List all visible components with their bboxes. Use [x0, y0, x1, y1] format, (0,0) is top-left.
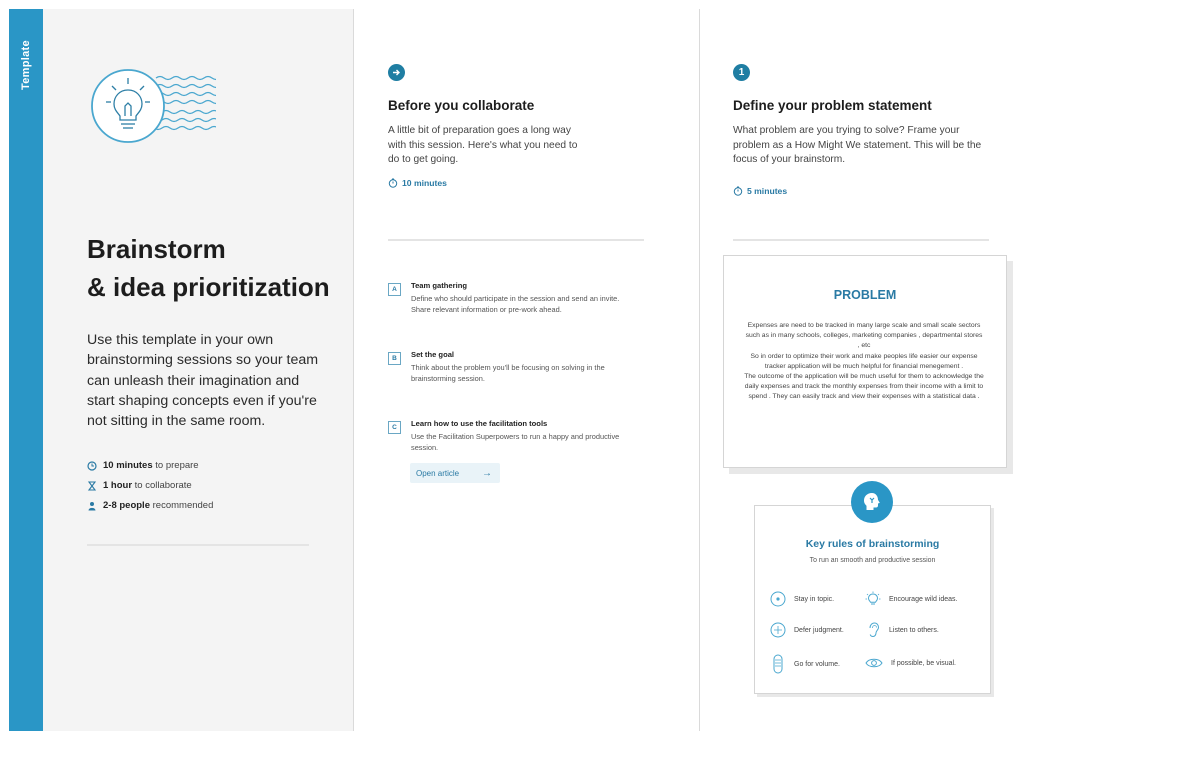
rule-label: Defer judgment.: [794, 626, 844, 634]
problem-title: PROBLEM: [833, 288, 897, 302]
define-description: What problem are you trying to solve? Fr…: [733, 125, 982, 165]
step-b-description: Think about the problem you'll be focusi…: [411, 363, 605, 383]
meta-prepare: 10 minutes to prepare: [87, 460, 199, 471]
arrow-right-icon: →: [482, 467, 492, 479]
intro-description: Use this template in your own brainstorm…: [87, 332, 319, 430]
step-b-badge: B: [388, 352, 401, 365]
rules-title: Key rules of brainstorming: [805, 538, 940, 550]
stack-icon: [773, 654, 783, 674]
brain-idea-icon: [851, 481, 893, 523]
problem-text: Expenses are need to be tracked in many …: [744, 322, 984, 401]
stopwatch-icon: [733, 186, 743, 196]
scale-icon: [770, 622, 786, 638]
meta-prepare-rest: to prepare: [152, 460, 199, 471]
rule-stay-in-topic: Stay in topic.: [770, 591, 834, 607]
lightbulb-icon: [865, 591, 881, 605]
before-title: Before you collaborate: [388, 98, 535, 113]
open-article-label: Open article: [416, 468, 460, 478]
rule-label: Go for volume.: [794, 660, 840, 668]
lightbulb-hero-icon: [91, 69, 216, 143]
step-c-description: Use the Facilitation Superpowers to run …: [411, 432, 620, 452]
column-divider: [699, 9, 700, 731]
target-icon: [770, 591, 786, 607]
before-divider: [388, 239, 644, 241]
step-c-title: Learn how to use the facilitation tools: [411, 419, 548, 428]
column-divider: [353, 9, 354, 731]
eye-icon: [865, 658, 883, 668]
meta-people-rest: recommended: [150, 500, 214, 511]
key-rules-card: Key rules of brainstorming To run an smo…: [754, 505, 991, 694]
page-title: Brainstorm & idea prioritization: [87, 230, 330, 306]
ear-icon: [869, 622, 880, 638]
template-side-tab[interactable]: Template: [9, 9, 43, 731]
rule-listen: Listen to others.: [865, 622, 939, 638]
before-description: A little bit of preparation goes a long …: [388, 125, 578, 165]
meta-collaborate-rest: to collaborate: [132, 480, 192, 491]
title-line-1: Brainstorm: [87, 234, 226, 264]
rule-label: Listen to others.: [889, 626, 939, 634]
step-number-badge: 1: [733, 64, 750, 81]
meta-collaborate-strong: 1 hour: [103, 480, 133, 491]
step-b-title: Set the goal: [411, 350, 455, 359]
rule-label: Stay in topic.: [794, 595, 835, 603]
step-c-badge: C: [388, 421, 401, 434]
rule-wild-ideas: Encourage wild ideas.: [865, 591, 958, 607]
arrow-right-icon: [388, 64, 405, 81]
define-duration-text: 5 minutes: [747, 186, 788, 196]
rule-be-visual: If possible, be visual.: [865, 656, 956, 670]
define-divider: [733, 239, 989, 241]
rule-label: Encourage wild ideas.: [889, 595, 958, 603]
problem-card[interactable]: PROBLEM Expenses are need to be tracked …: [723, 255, 1007, 468]
step-a-description: Define who should participate in the ses…: [411, 294, 620, 314]
before-duration: 10 minutes: [388, 178, 447, 188]
hourglass-icon: [87, 480, 97, 491]
rules-subtitle: To run an smooth and productive session: [809, 557, 936, 564]
rule-go-for-volume: Go for volume.: [770, 654, 840, 674]
rule-defer-judgment: Defer judgment.: [770, 622, 844, 638]
clock-icon: [87, 460, 97, 471]
meta-collaborate: 1 hour to collaborate: [87, 480, 192, 491]
rule-label: If possible, be visual.: [891, 659, 956, 667]
intro-divider: [87, 544, 309, 546]
title-line-2: & idea prioritization: [87, 272, 330, 302]
step-a-title: Team gathering: [411, 281, 467, 290]
person-icon: [88, 501, 96, 510]
define-title: Define your problem statement: [733, 98, 932, 113]
open-article-button[interactable]: Open article →: [410, 463, 500, 483]
meta-people-strong: 2-8 people: [103, 500, 150, 511]
meta-prepare-strong: 10 minutes: [103, 460, 153, 471]
before-duration-text: 10 minutes: [402, 178, 447, 188]
step-a-badge: A: [388, 283, 401, 296]
stopwatch-icon: [388, 178, 398, 188]
define-duration: 5 minutes: [733, 186, 787, 196]
side-tab-label: Template: [20, 40, 32, 90]
meta-people: 2-8 people recommended: [87, 500, 213, 511]
